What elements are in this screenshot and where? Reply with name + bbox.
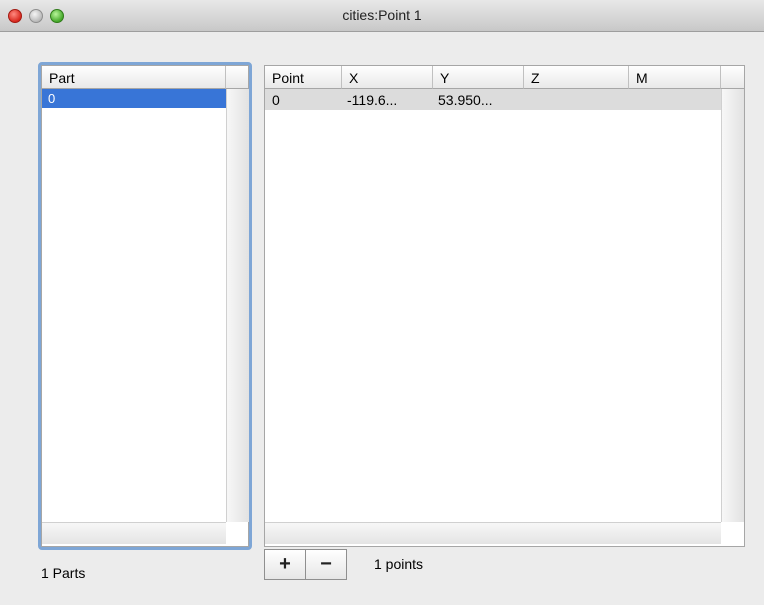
parts-count: 1 Parts: [41, 565, 86, 581]
column-header-y[interactable]: Y: [433, 66, 524, 89]
points-count: 1 points: [374, 556, 424, 572]
cell-x: -119.6...: [347, 92, 398, 108]
cell-y: 53.950...: [438, 92, 493, 108]
window: cities:Point 1 Part 0 1 Parts Point X Y …: [0, 0, 764, 605]
table-row[interactable]: 0: [42, 89, 226, 108]
cell-point: 0: [272, 92, 280, 108]
horizontal-scrollbar[interactable]: [42, 522, 226, 544]
add-point-button[interactable]: +: [264, 549, 306, 580]
parts-table[interactable]: Part 0: [41, 65, 249, 547]
vertical-scrollbar[interactable]: [226, 89, 249, 522]
column-header-filler: [721, 66, 744, 89]
remove-point-button[interactable]: −: [305, 549, 347, 580]
column-header-point[interactable]: Point: [265, 66, 342, 89]
column-header-filler: [226, 66, 248, 89]
points-table[interactable]: Point X Y Z M 0 -119.6... 53.950...: [264, 65, 745, 547]
column-header-m[interactable]: M: [629, 66, 721, 89]
vertical-scrollbar[interactable]: [721, 89, 744, 522]
title-bar[interactable]: cities:Point 1: [0, 0, 764, 32]
column-header-part[interactable]: Part: [42, 66, 226, 89]
table-row[interactable]: 0 -119.6... 53.950...: [265, 89, 721, 110]
column-header-z[interactable]: Z: [524, 66, 629, 89]
window-title: cities:Point 1: [342, 7, 422, 23]
horizontal-scrollbar[interactable]: [265, 522, 721, 544]
column-header-x[interactable]: X: [342, 66, 433, 89]
